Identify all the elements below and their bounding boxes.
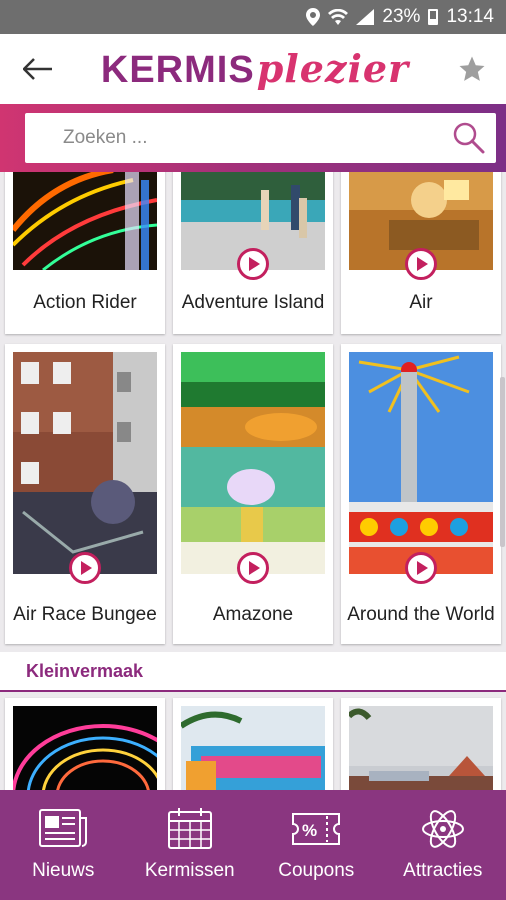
attraction-name: Adventure Island bbox=[181, 292, 325, 313]
attraction-image bbox=[181, 352, 325, 574]
attraction-name: Air Race Bungee bbox=[13, 604, 157, 625]
attraction-image bbox=[13, 172, 157, 270]
app-logo: KERMIS plezier bbox=[101, 46, 409, 92]
attraction-name: Action Rider bbox=[33, 292, 137, 313]
logo-text-kermis: KERMIS bbox=[100, 49, 255, 91]
attraction-card[interactable] bbox=[173, 698, 333, 790]
nav-label: Kermissen bbox=[144, 860, 235, 881]
battery-percentage: 23% bbox=[382, 6, 421, 27]
play-video-button[interactable] bbox=[405, 552, 437, 584]
newspaper-icon bbox=[39, 809, 88, 847]
attraction-card[interactable]: Adventure Island bbox=[173, 172, 333, 334]
attraction-card[interactable]: Amazone bbox=[173, 344, 333, 644]
battery-icon bbox=[428, 9, 439, 25]
attraction-name: Around the World bbox=[347, 604, 495, 625]
play-video-button[interactable] bbox=[69, 552, 101, 584]
section-title: Kleinvermaak bbox=[26, 660, 144, 681]
attraction-image bbox=[13, 706, 157, 790]
attraction-card[interactable] bbox=[341, 698, 501, 790]
search-input[interactable] bbox=[63, 127, 452, 149]
wifi-icon bbox=[328, 9, 349, 25]
attraction-name: Air bbox=[409, 292, 433, 313]
play-video-button[interactable] bbox=[405, 248, 437, 280]
signal-icon bbox=[356, 9, 375, 25]
location-icon bbox=[306, 8, 321, 26]
nav-coupons[interactable]: % Coupons bbox=[256, 806, 376, 882]
attraction-card[interactable]: Around the World bbox=[341, 344, 501, 644]
nav-nieuws[interactable]: Nieuws bbox=[3, 806, 123, 882]
scrollbar[interactable] bbox=[500, 377, 505, 547]
star-icon bbox=[459, 56, 485, 81]
search-icon[interactable] bbox=[452, 121, 486, 155]
app-bar: KERMIS plezier bbox=[0, 34, 506, 104]
section-header: Kleinvermaak bbox=[0, 652, 506, 692]
status-bar: 23% 13:14 bbox=[0, 0, 506, 34]
attraction-image bbox=[13, 352, 157, 574]
back-button[interactable] bbox=[18, 49, 58, 89]
play-video-button[interactable] bbox=[237, 552, 269, 584]
search-band bbox=[0, 104, 506, 172]
coupon-icon: % bbox=[292, 813, 341, 845]
attractions-list[interactable]: Action Rider Adventure Island Air Air Ra… bbox=[0, 172, 506, 790]
atom-icon bbox=[421, 810, 464, 848]
attraction-image bbox=[349, 352, 493, 574]
nav-kermissen[interactable]: Kermissen bbox=[130, 806, 250, 882]
calendar-icon bbox=[167, 808, 212, 849]
attraction-card[interactable]: Air Race Bungee bbox=[5, 344, 165, 644]
arrow-left-icon bbox=[23, 58, 52, 80]
nav-attracties[interactable]: Attracties bbox=[383, 806, 503, 882]
nav-label: Nieuws bbox=[32, 860, 95, 881]
play-video-button[interactable] bbox=[237, 248, 269, 280]
logo-text-plezier: plezier bbox=[256, 46, 410, 91]
bottom-navigation: Nieuws Kermissen % Coupons Attracties bbox=[0, 790, 506, 900]
attraction-card[interactable]: Action Rider bbox=[5, 172, 165, 334]
nav-label: Coupons bbox=[278, 860, 355, 881]
attraction-image bbox=[349, 706, 493, 790]
clock: 13:14 bbox=[446, 6, 494, 27]
attraction-image bbox=[181, 706, 325, 790]
favorite-button[interactable] bbox=[452, 49, 492, 89]
attraction-card[interactable]: Air bbox=[341, 172, 501, 334]
search-box bbox=[25, 113, 496, 163]
attraction-name: Amazone bbox=[212, 604, 294, 625]
svg-text:%: % bbox=[302, 821, 317, 840]
attraction-card[interactable] bbox=[5, 698, 165, 790]
nav-label: Attracties bbox=[403, 860, 483, 881]
